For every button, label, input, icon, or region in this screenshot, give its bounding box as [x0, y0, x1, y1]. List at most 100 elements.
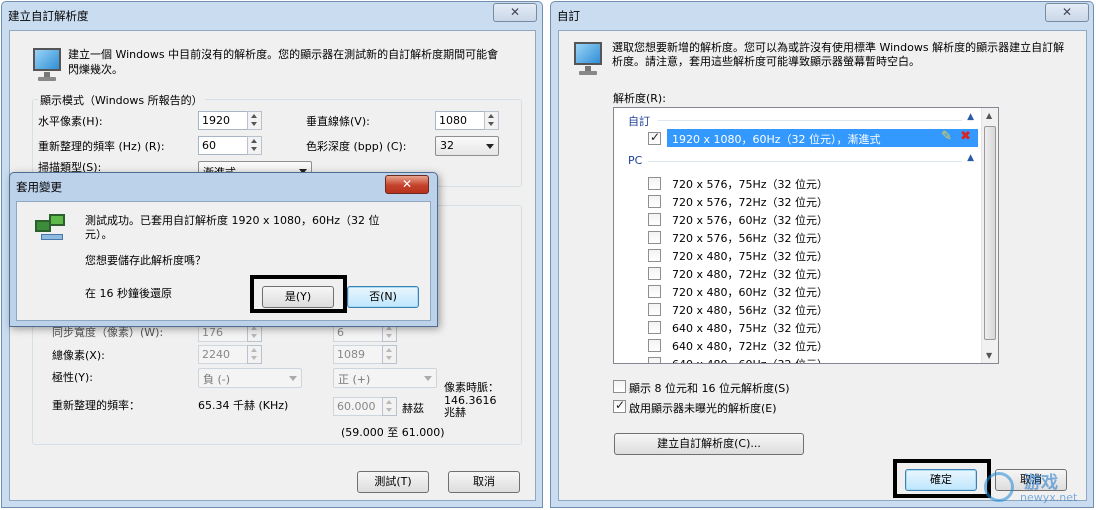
refresh-spinner[interactable] [247, 136, 262, 155]
refresh-range: (59.000 至 61.000) [341, 426, 445, 439]
checkbox[interactable] [648, 249, 661, 262]
item-label: 1920 x 1080，60Hz（32 位元），漸進式 [672, 133, 881, 146]
refresh-label: 重新整理的頻率 (Hz) (R): [38, 140, 165, 153]
description-text: 選取您想要新增的解析度。您可以為或許沒有使用標準 Windows 解析度的顯示器… [612, 41, 1065, 68]
watermark-logo: 游戏 newyx.net [984, 466, 1092, 508]
list-item[interactable]: 640 x 480，72Hz（32 位元） [614, 336, 998, 354]
list-item[interactable]: 640 x 480，60Hz（32 位元） [614, 354, 998, 363]
list-item[interactable]: 720 x 480，56Hz（32 位元） [614, 300, 998, 318]
show-unexposed-label[interactable]: 啟用顯示器未曝光的解析度(E) [629, 400, 777, 416]
resolution-list[interactable]: 自訂 ▲ 1920 x 1080，60Hz（32 位元），漸進式 ✎ ✖ PC … [613, 107, 999, 364]
group-divider [658, 120, 962, 121]
list-item[interactable]: 720 x 576，60Hz（32 位元） [614, 210, 998, 228]
list-item[interactable]: 720 x 576，56Hz（32 位元） [614, 228, 998, 246]
item-label: 640 x 480，60Hz（32 位元） [672, 356, 828, 363]
checkbox[interactable] [648, 321, 661, 334]
window-title: 建立自訂解析度 [8, 9, 89, 23]
checkbox[interactable] [648, 213, 661, 226]
polarity-h-select: 負 (-) [198, 368, 302, 388]
scrollbar[interactable]: ▲ ▼ [981, 108, 998, 363]
item-label: 640 x 480，72Hz（32 位元） [672, 340, 829, 353]
create-custom-button[interactable]: 建立自訂解析度(C)... [614, 433, 804, 455]
refresh-rate-label: 重新整理的頻率： [52, 399, 140, 412]
chevron-down-icon [289, 376, 297, 381]
test-button[interactable]: 測試(T) [357, 471, 429, 493]
scroll-thumb[interactable] [984, 126, 996, 340]
color-depth-value: 32 [440, 139, 454, 152]
pixel-clock-label: 像素時脈： [444, 381, 499, 394]
list-item-custom[interactable]: 1920 x 1080，60Hz（32 位元），漸進式 ✎ ✖ [614, 129, 998, 147]
list-item[interactable]: 720 x 480，72Hz（32 位元） [614, 264, 998, 282]
network-computers-icon [35, 214, 69, 244]
delete-icon[interactable]: ✖ [960, 129, 971, 144]
pencil-icon[interactable]: ✎ [941, 129, 952, 144]
checkbox[interactable] [648, 285, 661, 298]
result-message: 測試成功。已套用自訂解析度 1920 x 1080，60Hz（32 位元）。 [85, 214, 380, 241]
total-pixels-h-input: 2240 [198, 345, 248, 364]
display-mode-group-label: 顯示模式（Windows 所報告的） [38, 92, 205, 108]
polarity-label: 極性(Y): [52, 371, 94, 384]
checkbox[interactable] [648, 177, 661, 190]
apply-changes-client: 測試成功。已套用自訂解析度 1920 x 1080，60Hz（32 位元）。 您… [16, 201, 431, 321]
close-button[interactable]: ✕ [385, 175, 429, 194]
list-item[interactable]: 720 x 480，75Hz（32 位元） [614, 246, 998, 264]
window-title: 自訂 [557, 9, 580, 23]
chevron-up-icon[interactable]: ▲ [967, 153, 974, 163]
custom-titlebar[interactable]: 自訂 ✕ [551, 2, 1093, 30]
create-resolution-titlebar[interactable]: 建立自訂解析度 ✕ [2, 2, 542, 30]
h-pixels-input[interactable]: 1920 [198, 111, 248, 130]
show-8-16-checkbox[interactable] [613, 380, 626, 393]
scroll-up-icon[interactable]: ▲ [986, 111, 992, 120]
group-header-pc[interactable]: PC ▲ [614, 152, 998, 170]
list-item[interactable]: 720 x 480，60Hz（32 位元） [614, 282, 998, 300]
pixel-clock-value: 146.3616 兆赫 [444, 394, 497, 419]
show-8-16-label[interactable]: 顯示 8 位元和 16 位元解析度(S) [629, 380, 790, 396]
chevron-up-icon[interactable]: ▲ [967, 112, 974, 122]
checkbox[interactable] [648, 231, 661, 244]
group-header-custom[interactable]: 自訂 ▲ [614, 111, 998, 129]
monitor-icon [573, 41, 603, 77]
checkbox[interactable] [648, 357, 661, 363]
watermark-url: newyx.net [1020, 491, 1078, 504]
show-unexposed-checkbox[interactable] [613, 398, 626, 413]
description-text: 建立一個 Windows 中目前沒有的解析度。您的顯示器在測試新的自訂解析度期間… [68, 48, 499, 76]
apply-changes-titlebar[interactable]: 套用變更 ✕ [10, 173, 437, 201]
checkbox[interactable] [648, 339, 661, 352]
resolution-label: 解析度(R): [613, 92, 666, 105]
v-lines-input[interactable]: 1080 [435, 111, 485, 130]
color-depth-select[interactable]: 32 [435, 136, 499, 156]
cancel-button[interactable]: 取消 [448, 471, 520, 493]
checkbox[interactable] [648, 267, 661, 280]
save-question: 您想要儲存此解析度嗎？ [85, 254, 206, 267]
group-label: 自訂 [628, 115, 650, 128]
close-button[interactable]: ✕ [1045, 3, 1089, 22]
refresh-rate-unit: 赫茲 [402, 402, 424, 415]
polarity-h-value: 負 (-) [203, 373, 231, 386]
refresh-input[interactable]: 60 [198, 136, 248, 155]
list-item[interactable]: 720 x 576，72Hz（32 位元） [614, 192, 998, 210]
checkbox[interactable] [648, 130, 661, 145]
item-label: 720 x 480，72Hz（32 位元） [672, 268, 829, 281]
checkbox[interactable] [648, 303, 661, 316]
checkbox[interactable] [648, 195, 661, 208]
h-pixels-label: 水平像素(H): [38, 115, 103, 128]
no-button[interactable]: 否(N) [347, 286, 419, 308]
refresh-rate-input: 60.000 [333, 397, 383, 416]
list-item[interactable]: 720 x 576，75Hz（32 位元） [614, 174, 998, 192]
scroll-down-icon[interactable]: ▼ [986, 351, 992, 360]
item-label: 720 x 576，56Hz（32 位元） [672, 232, 829, 245]
total-pixels-v-input: 1089 [333, 345, 383, 364]
apply-changes-dialog: 套用變更 ✕ 測試成功。已套用自訂解析度 1920 x 1080，60Hz（32… [9, 172, 438, 327]
color-depth-label: 色彩深度 (bpp) (C): [306, 140, 407, 153]
chevron-down-icon [486, 144, 494, 149]
polarity-v-value: 正 (+) [338, 373, 371, 386]
countdown-text: 在 16 秒鐘後還原 [85, 287, 172, 300]
close-button[interactable]: ✕ [493, 3, 537, 22]
refresh-rate-spinner [382, 397, 397, 416]
h-pixels-spinner[interactable] [247, 111, 262, 130]
list-item[interactable]: 640 x 480，75Hz（32 位元） [614, 318, 998, 336]
total-pixels-h-spinner [247, 345, 262, 364]
v-lines-spinner[interactable] [484, 111, 499, 130]
group-label: PC [628, 154, 643, 167]
highlight-box [893, 459, 991, 498]
